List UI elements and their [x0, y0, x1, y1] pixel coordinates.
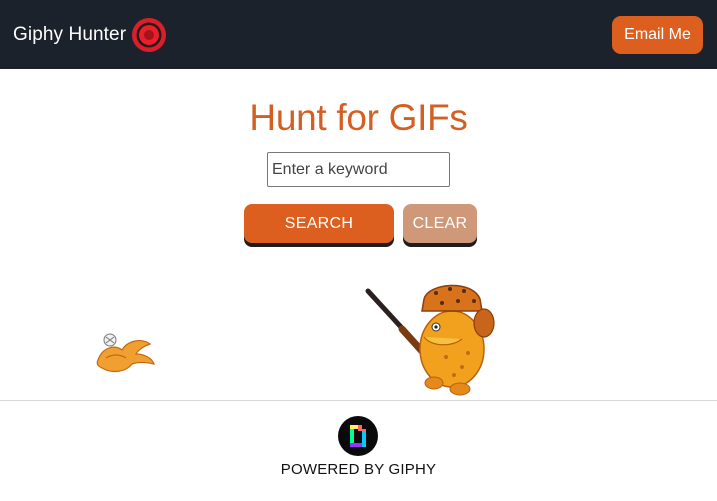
clear-button[interactable]: CLEAR [403, 204, 477, 243]
navbar: Giphy Hunter Email Me [0, 0, 717, 69]
brand[interactable]: Giphy Hunter [13, 17, 167, 53]
search-button[interactable]: SEARCH [244, 204, 394, 243]
search-input[interactable] [267, 152, 450, 187]
email-me-button[interactable]: Email Me [612, 15, 703, 54]
brand-text: Giphy Hunter [13, 23, 127, 45]
target-icon [132, 17, 167, 52]
powered-by-giphy: POWERED BY GIPHY [280, 461, 437, 478]
page-title: Hunt for GIFs [249, 97, 468, 138]
flying-bird-gif[interactable] [92, 330, 156, 376]
giphy-logo-icon[interactable] [338, 416, 378, 456]
hunter-with-rifle-gif[interactable] [362, 277, 498, 399]
